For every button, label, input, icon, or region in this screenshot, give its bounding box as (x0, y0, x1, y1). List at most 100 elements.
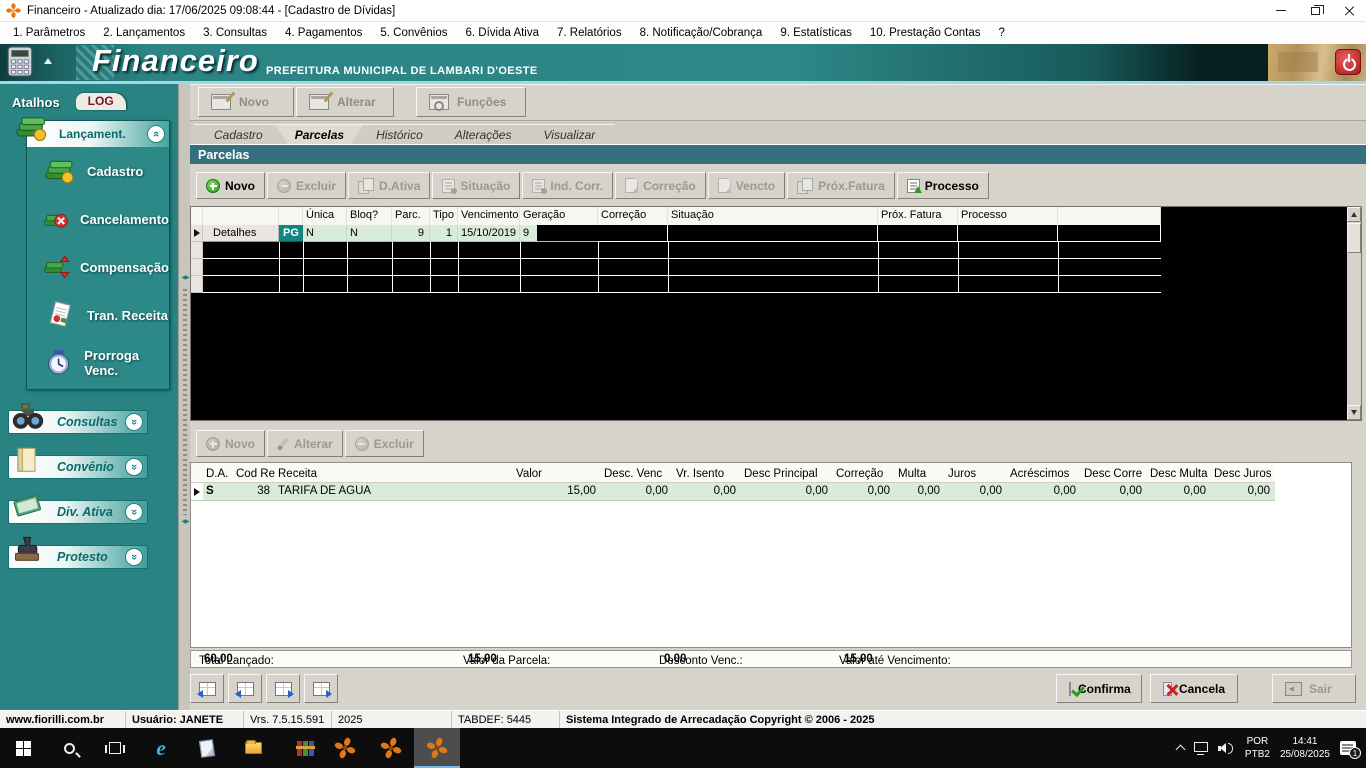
vencto-button[interactable]: Vencto (708, 172, 785, 199)
notification-icon[interactable]: 1 (1340, 741, 1356, 755)
column-header[interactable]: Acréscimos (1007, 466, 1081, 482)
menu-divida-ativa[interactable]: 6. Dívida Ativa (457, 24, 549, 42)
column-header[interactable]: Parc. (392, 207, 430, 225)
scroll-down-button[interactable] (1347, 405, 1361, 420)
excluir-parcela-button[interactable]: Excluir (267, 172, 346, 199)
column-header[interactable]: D.A. (203, 466, 233, 482)
collapse-banner-icon[interactable] (44, 58, 52, 64)
column-header[interactable]: Tipo (430, 207, 458, 225)
collapse-chevron-icon[interactable] (147, 125, 165, 143)
notepad-button[interactable] (184, 728, 230, 768)
language-indicator[interactable]: PORPTB2 (1245, 735, 1270, 762)
column-header[interactable]: Vr. Isento (673, 466, 741, 482)
file-explorer-button[interactable] (230, 728, 276, 768)
menu-consultas[interactable]: 3. Consultas (194, 24, 276, 42)
nav-previous-button[interactable] (228, 674, 262, 703)
expand-chevron-icon[interactable] (125, 458, 143, 476)
column-header[interactable]: Processo (958, 207, 1058, 225)
column-header[interactable]: Próx. Fatura (878, 207, 958, 225)
receita-row[interactable]: S 38 TARIFA DE AGUA 15,00 0,00 0,00 0,00… (191, 483, 1275, 501)
power-exit-button[interactable] (1335, 49, 1361, 75)
nav-last-button[interactable] (304, 674, 338, 703)
start-button[interactable] (0, 728, 46, 768)
splitter-handle[interactable] (183, 289, 187, 515)
alterar-record-button[interactable]: Alterar (296, 87, 394, 117)
volume-icon[interactable] (1218, 742, 1235, 755)
menu-notificacao-cobranca[interactable]: 8. Notificação/Cobrança (631, 24, 772, 42)
column-header[interactable]: Desc Corre (1081, 466, 1147, 482)
expand-chevron-icon[interactable] (125, 503, 143, 521)
sidebar-item-cadastro[interactable]: Cadastro (27, 147, 169, 195)
scroll-up-button[interactable] (1347, 207, 1361, 222)
sidebar-item-cancelamento[interactable]: Cancelamento (27, 195, 169, 243)
tab-visualizar[interactable]: Visualizar (523, 124, 615, 144)
nav-first-button[interactable] (190, 674, 224, 703)
situacao-button[interactable]: Situação (432, 172, 520, 199)
fiorilli-app-button[interactable] (322, 728, 368, 768)
proxima-fatura-button[interactable]: Próx.Fatura (787, 172, 895, 199)
search-button[interactable] (46, 728, 92, 768)
detalhes-button[interactable]: Detalhes (203, 225, 279, 242)
novo-receita-button[interactable]: Novo (196, 430, 265, 457)
winrar-button[interactable] (276, 728, 322, 768)
close-button[interactable] (1332, 0, 1366, 21)
parcela-row[interactable]: Detalhes PG N N 9 1 15/10/2019 9 (191, 225, 1161, 242)
sidebar-group-protesto[interactable]: Protesto (8, 545, 148, 569)
menu-convenios[interactable]: 5. Convênios (371, 24, 456, 42)
sair-button[interactable]: Sair (1272, 674, 1356, 703)
column-header[interactable]: Desc Principal (741, 466, 833, 482)
restore-button[interactable] (1298, 0, 1332, 21)
expand-chevron-icon[interactable] (125, 548, 143, 566)
menu-relatorios[interactable]: 7. Relatórios (548, 24, 631, 42)
confirma-button[interactable]: Confirma (1056, 674, 1142, 703)
status-website[interactable]: www.fiorilli.com.br (0, 711, 126, 728)
expand-chevron-icon[interactable] (125, 413, 143, 431)
sidebar-item-tran-receita[interactable]: Tran. Receita (27, 291, 169, 339)
internet-explorer-button[interactable] (138, 728, 184, 768)
tab-log[interactable]: LOG (76, 93, 126, 110)
column-header[interactable]: Multa (895, 466, 945, 482)
scrollbar-thumb[interactable] (1347, 223, 1361, 253)
menu-estatisticas[interactable]: 9. Estatísticas (771, 24, 861, 42)
tab-historico[interactable]: Histórico (356, 124, 443, 144)
column-header[interactable]: Bloq? (347, 207, 392, 225)
column-header[interactable]: Cod Rec (233, 466, 275, 482)
column-header[interactable]: Valor (513, 466, 601, 482)
sidebar-item-compensacao[interactable]: Compensação (27, 243, 169, 291)
nav-next-button[interactable] (266, 674, 300, 703)
tray-chevron-icon[interactable] (1175, 745, 1185, 755)
divida-ativa-button[interactable]: D.Ativa (348, 172, 430, 199)
tab-alteracoes[interactable]: Alterações (435, 124, 532, 144)
novo-record-button[interactable]: Novo (198, 87, 294, 117)
sidebar-group-div-ativa[interactable]: Div. Ativa (8, 500, 148, 524)
column-header[interactable]: Correção (833, 466, 895, 482)
indice-correcao-button[interactable]: Ind. Corr. (522, 172, 613, 199)
menu-prestacao-contas[interactable]: 10. Prestação Contas (861, 24, 990, 42)
cancela-button[interactable]: Cancela (1150, 674, 1238, 703)
sidebar-group-convenio[interactable]: Convênio (8, 455, 148, 479)
novo-parcela-button[interactable]: Novo (196, 172, 265, 199)
menu-lancamentos[interactable]: 2. Lançamentos (94, 24, 194, 42)
fiorilli-app-button-active[interactable] (414, 728, 460, 768)
correcao-button[interactable]: Correção (615, 172, 706, 199)
network-icon[interactable] (1194, 742, 1208, 752)
column-header[interactable]: Correção (598, 207, 668, 225)
column-header[interactable]: Desc Multa (1147, 466, 1211, 482)
processo-button[interactable]: Processo (897, 172, 989, 199)
sidebar-group-consultas[interactable]: Consultas (8, 410, 148, 434)
excluir-receita-button[interactable]: Excluir (345, 430, 424, 457)
tab-atalhos[interactable]: Atalhos (12, 95, 60, 110)
menu-pagamentos[interactable]: 4. Pagamentos (276, 24, 371, 42)
column-header[interactable]: Vencimento (458, 207, 520, 225)
column-header[interactable]: Desc. Venc (601, 466, 673, 482)
tab-cadastro[interactable]: Cadastro (194, 124, 283, 144)
clock[interactable]: 14:4125/08/2025 (1280, 735, 1330, 762)
sidebar-splitter[interactable]: ◀▶ ◀▶ (178, 84, 190, 710)
column-header[interactable] (1058, 207, 1161, 225)
column-header[interactable]: Receita (275, 466, 513, 482)
sidebar-item-prorroga-venc[interactable]: Prorroga Venc. (27, 339, 169, 387)
column-header[interactable]: Situação (668, 207, 878, 225)
menu-help[interactable]: ? (990, 24, 1014, 42)
tab-parcelas[interactable]: Parcelas (275, 124, 364, 144)
task-view-button[interactable] (92, 728, 138, 768)
